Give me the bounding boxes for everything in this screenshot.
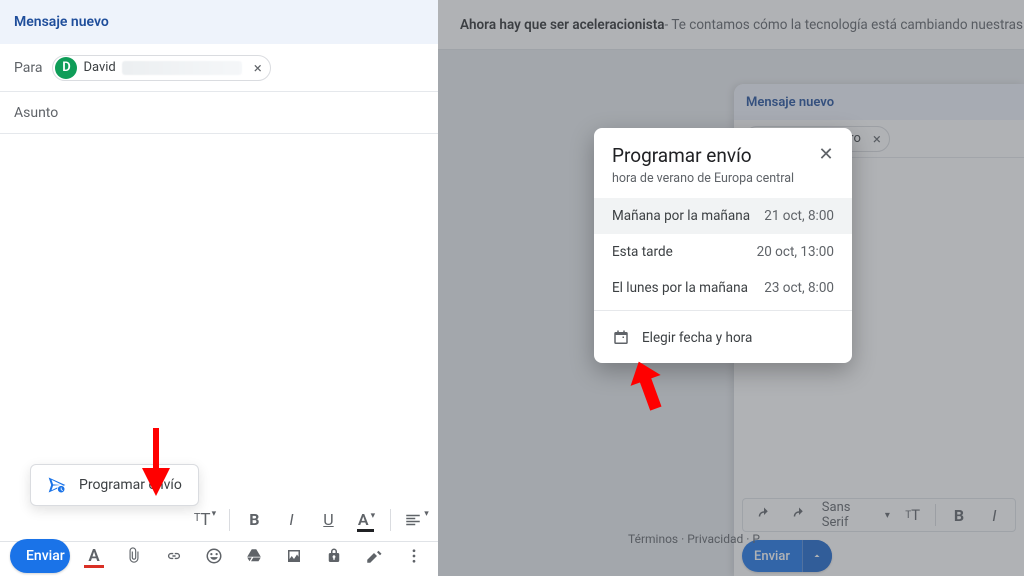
- bold-button[interactable]: B: [242, 506, 267, 534]
- schedule-option[interactable]: El lunes por la mañana 23 oct, 8:00: [594, 270, 852, 306]
- confidential-icon[interactable]: [320, 542, 348, 570]
- option-time: 23 oct, 8:00: [764, 280, 834, 296]
- compose-header: Mensaje nuevo: [0, 0, 438, 44]
- schedule-option[interactable]: Mañana por la mañana 21 oct, 8:00: [594, 198, 852, 234]
- attach-icon[interactable]: [120, 542, 148, 570]
- message-body[interactable]: [0, 134, 438, 506]
- annotation-arrow: [625, 358, 671, 416]
- option-time: 20 oct, 13:00: [757, 244, 834, 260]
- schedule-modal: ✕ Programar envío hora de verano de Euro…: [594, 128, 852, 363]
- compose-window-left: Mensaje nuevo Para D David × Asunto d · …: [0, 0, 438, 576]
- separator: [229, 509, 230, 531]
- recipient-blurred: [122, 61, 242, 75]
- chip-remove-icon[interactable]: ×: [254, 59, 262, 77]
- schedule-option[interactable]: Esta tarde 20 oct, 13:00: [594, 234, 852, 270]
- compose-title: Mensaje nuevo: [14, 14, 109, 30]
- link-icon[interactable]: [160, 542, 188, 570]
- separator: [390, 509, 391, 531]
- option-label: Esta tarde: [612, 244, 673, 260]
- option-label: Mañana por la mañana: [612, 208, 750, 224]
- to-label: Para: [14, 60, 42, 76]
- send-button[interactable]: Enviar: [10, 539, 70, 573]
- schedule-send-icon: [47, 475, 67, 495]
- modal-subtitle: hora de verano de Europa central: [612, 171, 834, 186]
- modal-title: Programar envío: [612, 144, 834, 167]
- subject-placeholder: Asunto: [14, 105, 58, 121]
- option-label: El lunes por la mañana: [612, 280, 748, 296]
- drive-icon[interactable]: [240, 542, 268, 570]
- underline-button[interactable]: U: [316, 506, 341, 534]
- emoji-icon[interactable]: [200, 542, 228, 570]
- option-time: 21 oct, 8:00: [764, 208, 834, 224]
- to-row[interactable]: Para D David ×: [0, 44, 438, 92]
- font-color-icon[interactable]: A: [80, 542, 108, 570]
- italic-button[interactable]: I: [279, 506, 304, 534]
- more-icon[interactable]: [400, 542, 428, 570]
- text-color-button[interactable]: A▾: [353, 506, 378, 534]
- image-icon[interactable]: [280, 542, 308, 570]
- avatar: D: [55, 57, 77, 79]
- send-split-button: Enviar: [10, 539, 70, 573]
- send-row: Enviar A: [0, 536, 438, 576]
- subject-input[interactable]: Asunto: [0, 92, 438, 134]
- recipient-name: David: [83, 60, 115, 75]
- recipient-chip[interactable]: D David ×: [52, 55, 270, 81]
- custom-date-option[interactable]: Elegir fecha y hora: [594, 315, 852, 363]
- separator: [594, 310, 852, 311]
- close-icon[interactable]: ✕: [814, 142, 838, 166]
- compose-icons: A: [80, 542, 428, 570]
- signature-icon[interactable]: [360, 542, 388, 570]
- align-button[interactable]: ▾: [403, 506, 428, 534]
- annotation-arrow: [136, 428, 176, 498]
- text-size-button[interactable]: TT▾: [192, 506, 217, 534]
- custom-date-label: Elegir fecha y hora: [642, 330, 752, 346]
- calendar-icon: [612, 329, 630, 347]
